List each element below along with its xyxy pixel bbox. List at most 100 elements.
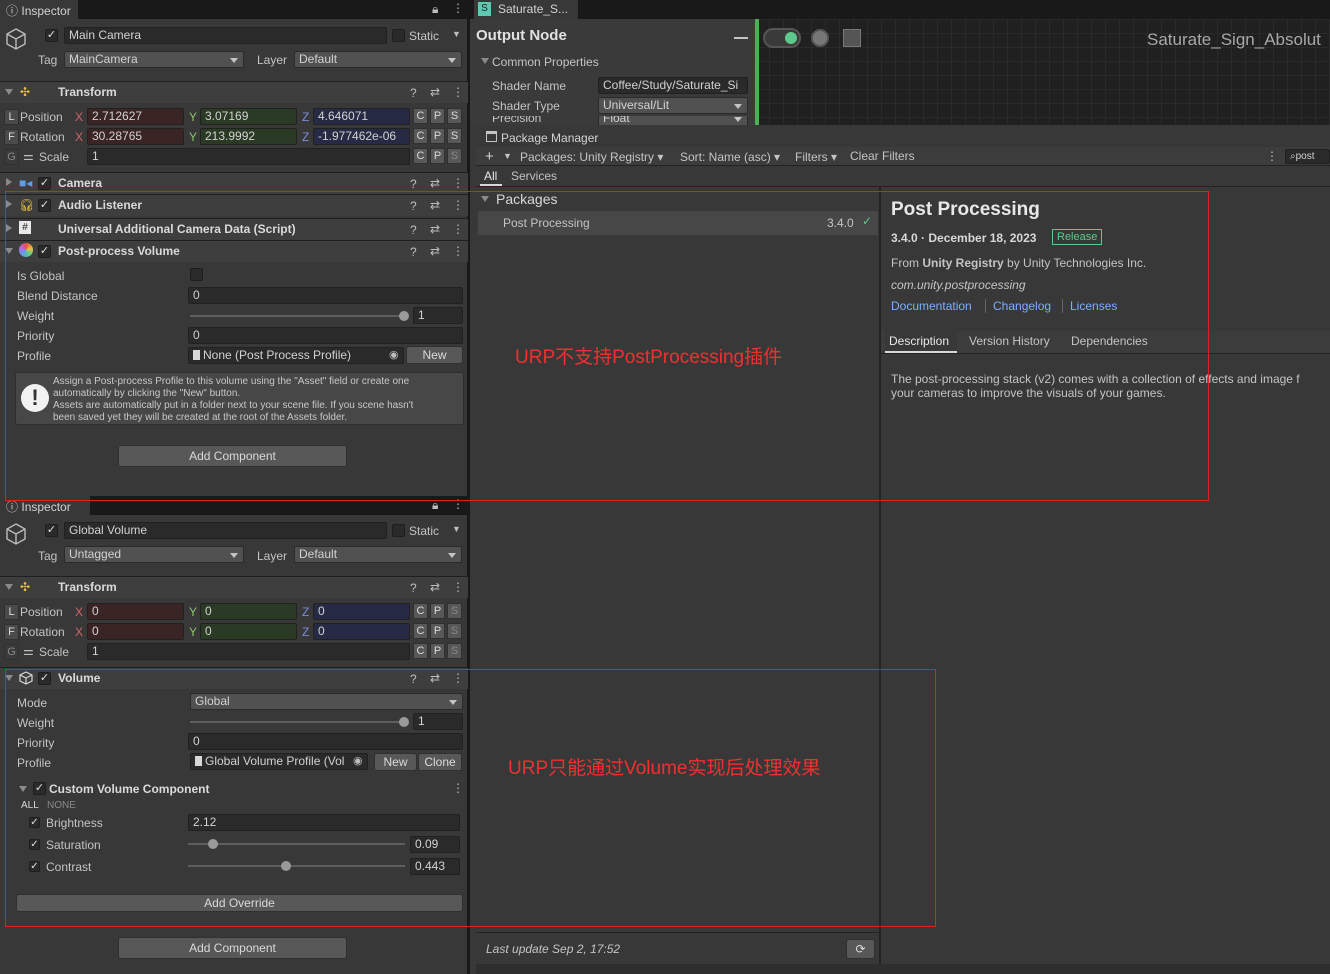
reset-button[interactable]: S	[447, 623, 462, 639]
add-package-icon[interactable]: +	[485, 148, 494, 165]
kebab-menu-icon[interactable]: ⋮	[452, 85, 464, 99]
add-dropdown-icon[interactable]: ▼	[503, 151, 512, 161]
copy-button[interactable]: C	[413, 108, 428, 124]
rotation-label: Rotation	[20, 625, 65, 639]
foldout-arrow-icon[interactable]	[481, 58, 489, 64]
reset-button[interactable]: S	[447, 148, 462, 164]
layer-label: Layer	[257, 549, 288, 563]
annotation-box-2	[5, 669, 936, 927]
flip-toggle[interactable]: F	[4, 624, 19, 640]
shader-type-dropdown[interactable]: Universal/Lit	[598, 97, 748, 114]
object-name-field[interactable]: Global Volume	[64, 522, 387, 539]
tab-inspector-top[interactable]: ⓘ Inspector	[0, 0, 78, 19]
preset-icon[interactable]: ⇄	[430, 85, 440, 99]
paste-button[interactable]: P	[430, 603, 445, 619]
scale-field[interactable]: 1	[87, 148, 410, 165]
sort-dropdown[interactable]: Sort: Name (asc) ▾	[680, 150, 780, 164]
blackboard-icon[interactable]	[843, 29, 861, 47]
copy-button[interactable]: C	[413, 643, 428, 659]
static-checkbox[interactable]	[392, 29, 405, 42]
scale-field[interactable]: 1	[87, 643, 410, 660]
tab-shader-graph[interactable]: S Saturate_S...	[474, 0, 578, 19]
tab-services[interactable]: Services	[511, 169, 557, 183]
rotation-x-field[interactable]: 0	[87, 623, 184, 640]
help-icon[interactable]: ?	[410, 581, 417, 595]
shader-name-field[interactable]: Coffee/Study/Saturate_Si	[598, 77, 748, 94]
tag-dropdown[interactable]: Untagged	[64, 546, 244, 563]
local-toggle[interactable]: L	[4, 604, 19, 620]
precision-dropdown[interactable]: Float	[598, 116, 748, 125]
lock-icon[interactable]: 🔒︎	[432, 2, 438, 17]
paste-button[interactable]: P	[430, 128, 445, 144]
kebab-menu-icon[interactable]: ⋮	[1266, 149, 1278, 163]
tag-dropdown[interactable]: MainCamera	[64, 51, 244, 68]
preset-icon[interactable]: ⇄	[430, 580, 440, 594]
position-y-field[interactable]: 3.07169	[200, 108, 297, 125]
reset-button[interactable]: S	[447, 108, 462, 124]
copy-button[interactable]: C	[413, 128, 428, 144]
search-input[interactable]: ⌕post	[1285, 149, 1330, 164]
static-dropdown-icon[interactable]: ▼	[452, 29, 461, 39]
global-toggle[interactable]: G	[4, 149, 19, 165]
transform-header[interactable]: ✣ Transform ? ⇄ ⋮	[0, 81, 468, 103]
preset-icon[interactable]: ⇄	[430, 176, 440, 190]
annotation-text-1: URP不支持PostProcessing插件	[515, 347, 783, 368]
refresh-button[interactable]: ⟳	[846, 939, 875, 959]
position-x-field[interactable]: 2.712627	[87, 108, 184, 125]
active-checkbox[interactable]: ✓	[45, 524, 58, 537]
flip-toggle[interactable]: F	[4, 129, 19, 145]
tab-package-manager[interactable]: Package Manager	[476, 128, 636, 147]
constrain-proportions-icon[interactable]: ⚌	[23, 644, 34, 658]
layer-dropdown[interactable]: Default	[294, 546, 462, 563]
rotation-z-field[interactable]: 0	[313, 623, 410, 640]
static-checkbox[interactable]	[392, 524, 405, 537]
kebab-menu-icon[interactable]: ⋮	[452, 1, 464, 15]
kebab-menu-icon[interactable]: ⋮	[452, 580, 464, 594]
reset-button[interactable]: S	[447, 603, 462, 619]
local-toggle[interactable]: L	[4, 109, 19, 125]
position-y-field[interactable]: 0	[200, 603, 297, 620]
object-name-field[interactable]: Main Camera	[64, 27, 387, 44]
reset-button[interactable]: S	[447, 128, 462, 144]
reset-button[interactable]: S	[447, 643, 462, 659]
position-z-field[interactable]: 4.646071	[313, 108, 410, 125]
copy-button[interactable]: C	[413, 623, 428, 639]
shader-graph-icon: S	[478, 2, 491, 16]
constrain-proportions-icon[interactable]: ⚌	[23, 149, 34, 163]
rotation-y-field[interactable]: 0	[200, 623, 297, 640]
camera-enabled-checkbox[interactable]: ✓	[38, 177, 51, 190]
rotation-y-field[interactable]: 213.9992	[200, 128, 297, 145]
paste-button[interactable]: P	[430, 623, 445, 639]
minimize-icon[interactable]	[734, 37, 748, 39]
packages-registry-dropdown[interactable]: Packages: Unity Registry ▾	[520, 150, 663, 164]
add-component-button[interactable]: Add Component	[118, 937, 347, 959]
position-x-field[interactable]: 0	[87, 603, 184, 620]
rotation-z-field[interactable]: -1.977462e-06	[313, 128, 410, 145]
copy-button[interactable]: C	[413, 603, 428, 619]
graph-edge-highlight	[755, 19, 759, 125]
help-icon[interactable]: ?	[410, 177, 417, 191]
toggle-icon[interactable]	[763, 28, 801, 48]
foldout-arrow-icon	[6, 178, 12, 186]
global-toggle[interactable]: G	[4, 644, 19, 660]
paste-button[interactable]: P	[430, 108, 445, 124]
shader-name-label: Shader Name	[492, 79, 567, 93]
help-icon[interactable]: ?	[410, 86, 417, 100]
position-z-field[interactable]: 0	[313, 603, 410, 620]
copy-button[interactable]: C	[413, 148, 428, 164]
layer-dropdown[interactable]: Default	[294, 51, 462, 68]
paste-button[interactable]: P	[430, 643, 445, 659]
shader-graph-tabbar	[470, 0, 1330, 19]
preview-sphere-icon[interactable]	[811, 29, 829, 47]
clear-filters-button[interactable]: Clear Filters	[850, 149, 915, 163]
rotation-x-field[interactable]: 30.28765	[87, 128, 184, 145]
layer-label: Layer	[257, 53, 288, 67]
y-axis-label: Y	[189, 605, 198, 619]
kebab-menu-icon[interactable]: ⋮	[452, 176, 464, 190]
static-dropdown-icon[interactable]: ▼	[452, 524, 461, 534]
paste-button[interactable]: P	[430, 148, 445, 164]
filters-dropdown[interactable]: Filters ▾	[795, 150, 837, 164]
active-checkbox[interactable]: ✓	[45, 29, 58, 42]
transform-header[interactable]: ✣ Transform ? ⇄ ⋮	[0, 576, 468, 598]
tab-all[interactable]: All	[484, 169, 497, 183]
